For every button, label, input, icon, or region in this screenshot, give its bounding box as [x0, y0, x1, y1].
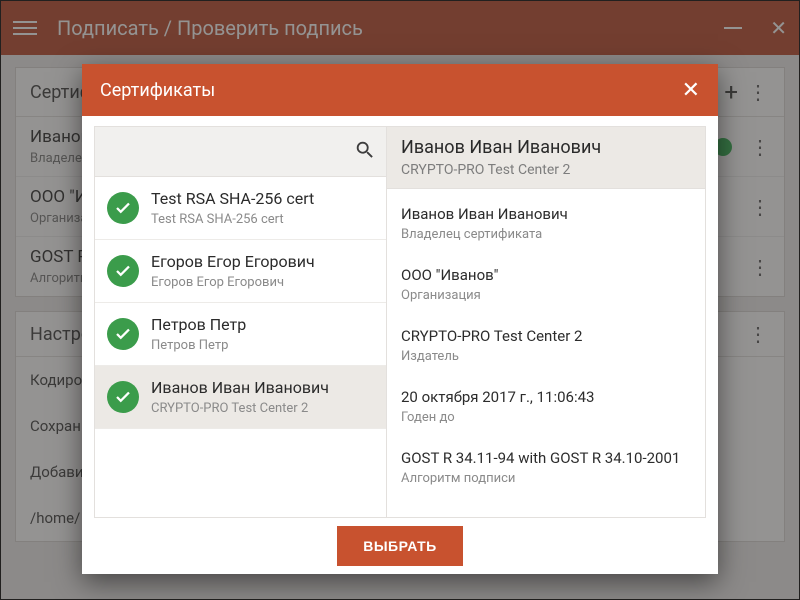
detail-label: Организация	[401, 288, 691, 303]
check-circle-icon	[107, 381, 139, 413]
list-item[interactable]: Иванов Иван Иванович CRYPTO-PRO Test Cen…	[95, 366, 386, 429]
close-icon[interactable]: ✕	[682, 78, 700, 103]
list-item[interactable]: Test RSA SHA-256 cert Test RSA SHA-256 c…	[95, 177, 386, 240]
cert-title: Test RSA SHA-256 cert	[151, 189, 314, 208]
dialog-title: Сертификаты	[100, 80, 682, 101]
detail-value: Присутствует	[401, 510, 691, 518]
detail-scroll[interactable]: Иванов Иван Иванович Владелец сертификат…	[386, 189, 706, 518]
detail-value: CRYPTO-PRO Test Center 2	[401, 327, 691, 345]
certificate-detail-pane: Иванов Иван Иванович CRYPTO-PRO Test Cen…	[386, 126, 706, 518]
detail-header: Иванов Иван Иванович CRYPTO-PRO Test Cen…	[386, 126, 706, 189]
cert-subtitle: CRYPTO-PRO Test Center 2	[151, 401, 329, 416]
cert-title: Петров Петр	[151, 315, 246, 334]
list-item[interactable]: Егоров Егор Егорович Егоров Егор Егорови…	[95, 240, 386, 303]
detail-label: Владелец сертификата	[401, 227, 691, 242]
detail-value: 20 октября 2017 г., 11:06:43	[401, 388, 691, 406]
detail-value: GOST R 34.11-94 with GOST R 34.10-2001	[401, 449, 691, 467]
search-box[interactable]	[95, 127, 386, 177]
certificate-list: Test RSA SHA-256 cert Test RSA SHA-256 c…	[95, 177, 386, 517]
search-input[interactable]	[105, 143, 354, 160]
detail-header-issuer: CRYPTO-PRO Test Center 2	[401, 162, 691, 178]
list-item[interactable]: Петров Петр Петров Петр	[95, 303, 386, 366]
detail-header-name: Иванов Иван Иванович	[401, 137, 691, 158]
cert-subtitle: Егоров Егор Егорович	[151, 275, 315, 290]
certificate-list-pane: Test RSA SHA-256 cert Test RSA SHA-256 c…	[94, 126, 386, 518]
check-circle-icon	[107, 318, 139, 350]
dialog-header: Сертификаты ✕	[82, 64, 718, 116]
cert-title: Иванов Иван Иванович	[151, 378, 329, 397]
select-button[interactable]: ВЫБРАТЬ	[337, 526, 463, 566]
detail-label: Издатель	[401, 349, 691, 364]
search-icon[interactable]	[354, 139, 376, 165]
cert-subtitle: Test RSA SHA-256 cert	[151, 212, 314, 227]
cert-subtitle: Петров Петр	[151, 338, 246, 353]
check-circle-icon	[107, 192, 139, 224]
check-circle-icon	[107, 255, 139, 287]
cert-title: Егоров Егор Егорович	[151, 252, 315, 271]
detail-value: Иванов Иван Иванович	[401, 205, 691, 223]
certificates-dialog: Сертификаты ✕ Test RSA SHA-256 cert Test…	[82, 64, 718, 574]
dialog-footer: ВЫБРАТЬ	[82, 518, 718, 574]
detail-label: Алгоритм подписи	[401, 471, 691, 486]
detail-label: Годен до	[401, 410, 691, 425]
detail-value: ООО "Иванов"	[401, 266, 691, 284]
